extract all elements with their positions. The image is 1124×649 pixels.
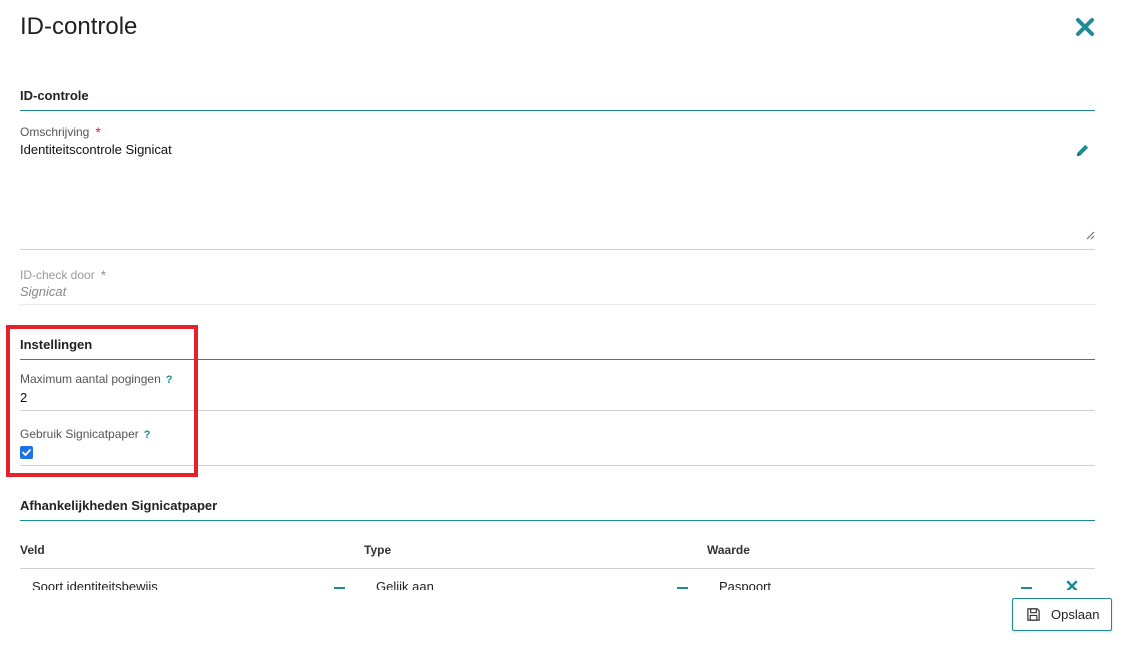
dropdown-indicator-icon[interactable] (677, 587, 688, 589)
waarde-select[interactable]: Paspoort (719, 579, 771, 590)
max-pogingen-input[interactable]: 2 (20, 390, 27, 405)
divider (20, 249, 1095, 250)
max-pogingen-label-text: Maximum aantal pogingen (20, 372, 161, 386)
divider (20, 304, 1095, 305)
type-select[interactable]: Gelijk aan (376, 579, 434, 590)
signicatpaper-label: Gebruik Signicatpaper? (20, 427, 150, 441)
column-header-waarde: Waarde (707, 543, 750, 557)
section-header-instellingen: Instellingen (20, 337, 1095, 360)
max-pogingen-label: Maximum aantal pogingen? (20, 372, 172, 386)
save-button[interactable]: Opslaan (1012, 598, 1112, 631)
idcheck-label-text: ID-check door (20, 268, 95, 282)
divider (20, 410, 1095, 411)
required-mark: * (100, 267, 107, 283)
resize-handle-icon[interactable] (1085, 230, 1095, 240)
required-mark: * (95, 124, 101, 140)
section-header-idcontrole: ID-controle (20, 88, 1095, 111)
help-icon[interactable]: ? (166, 374, 173, 386)
dropdown-indicator-icon[interactable] (1021, 587, 1032, 589)
checkmark-icon (22, 449, 31, 456)
save-icon (1027, 608, 1040, 621)
signicatpaper-label-text: Gebruik Signicatpaper (20, 427, 139, 441)
help-icon[interactable]: ? (144, 429, 151, 441)
idcheck-label: ID-check door * (20, 266, 107, 283)
dropdown-indicator-icon[interactable] (334, 587, 345, 589)
section-header-afhankelijkheden: Afhankelijkheden Signicatpaper (20, 498, 1095, 521)
column-header-type: Type (364, 543, 392, 557)
idcheck-value: Signicat (20, 284, 67, 299)
omschrijving-label: Omschrijving * (20, 123, 101, 140)
signicatpaper-checkbox[interactable] (20, 446, 33, 459)
pencil-icon[interactable] (1075, 143, 1090, 158)
column-header-veld: Veld (20, 543, 45, 557)
divider (20, 465, 1095, 466)
remove-row-icon[interactable] (1066, 580, 1078, 590)
divider (20, 568, 1095, 569)
omschrijving-label-text: Omschrijving (20, 125, 90, 139)
close-icon[interactable] (1074, 16, 1096, 38)
omschrijving-textarea[interactable]: Identiteitscontrole Signicat (20, 142, 172, 157)
veld-select[interactable]: Soort identiteitsbewijs (32, 579, 158, 590)
page-title: ID-controle (20, 13, 138, 40)
save-button-label: Opslaan (1051, 607, 1100, 622)
table-row: Soort identiteitsbewijs Gelijk aan Paspo… (20, 570, 1095, 590)
